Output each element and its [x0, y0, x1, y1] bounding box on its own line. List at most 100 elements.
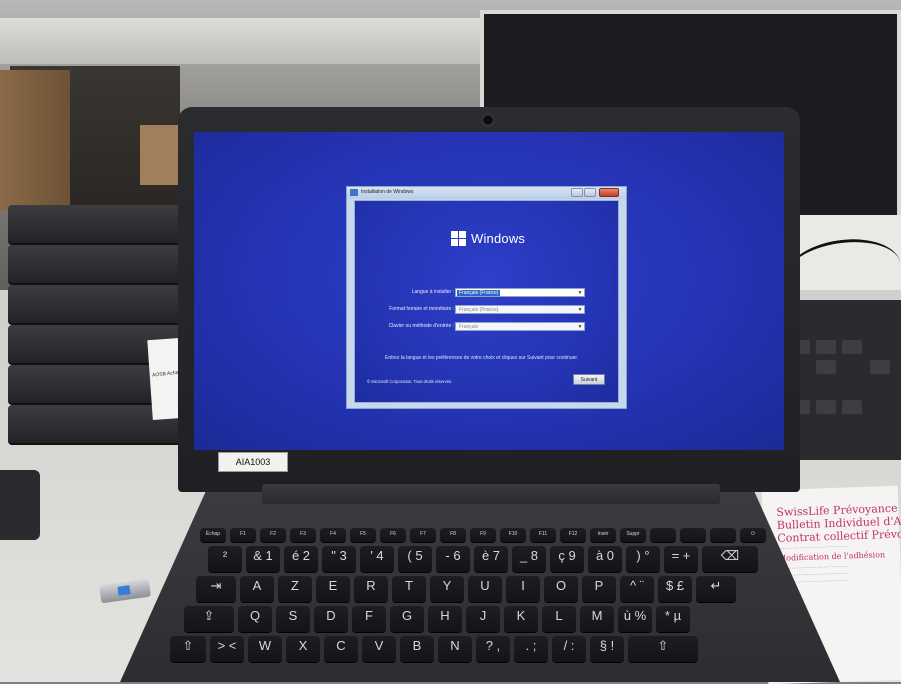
keyboard-key[interactable]: U [468, 576, 502, 602]
keyboard-key[interactable] [680, 528, 706, 542]
keyboard-key[interactable]: ( 5 [398, 546, 432, 572]
setup-icon [350, 189, 358, 196]
keyboard-key[interactable]: . ; [514, 636, 548, 662]
keyboard-key[interactable]: > < [210, 636, 244, 662]
keyboard-key[interactable]: ' 4 [360, 546, 394, 572]
keyboard-key[interactable]: F5 [350, 528, 376, 542]
logo-pane [459, 239, 466, 246]
stacked-laptop [8, 205, 183, 245]
keyboard-key[interactable]: * µ [656, 606, 690, 632]
minimize-button[interactable] [571, 188, 583, 197]
keyboard-key[interactable]: ^ ¨ [620, 576, 654, 602]
keyboard-key[interactable]: é 2 [284, 546, 318, 572]
keyboard-key[interactable]: ç 9 [550, 546, 584, 572]
maximize-button[interactable] [584, 188, 596, 197]
keyboard-key[interactable]: à 0 [588, 546, 622, 572]
dialog-body: Windows Langue à installer : Français (F… [354, 200, 619, 403]
keyboard-key[interactable]: Z [278, 576, 312, 602]
keyboard-key[interactable]: C [324, 636, 358, 662]
keyboard-key[interactable]: F [352, 606, 386, 632]
keyboard-key[interactable]: M [580, 606, 614, 632]
keyboard-key[interactable]: I [506, 576, 540, 602]
keyboard-key[interactable]: J [466, 606, 500, 632]
keyboard-key[interactable]: - 6 [436, 546, 470, 572]
keyboard-key[interactable]: _ 8 [512, 546, 546, 572]
keyboard-key[interactable]: F1 [230, 528, 256, 542]
keyboard-key[interactable]: T [392, 576, 426, 602]
keyboard-key[interactable]: " 3 [322, 546, 356, 572]
keyboard-key[interactable]: $ £ [658, 576, 692, 602]
keyboard-key[interactable]: B [400, 636, 434, 662]
keyboard-key[interactable]: V [362, 636, 396, 662]
keyboard-key[interactable]: ² [208, 546, 242, 572]
keyboard-key[interactable]: Échap [200, 528, 226, 542]
keyboard-key[interactable]: ⏻ [740, 528, 766, 542]
keyboard-key[interactable]: X [286, 636, 320, 662]
next-button[interactable]: Suivant [573, 374, 605, 385]
keyboard-key[interactable]: / : [552, 636, 586, 662]
keyboard-key[interactable]: F7 [410, 528, 436, 542]
keyboard-key[interactable]: S [276, 606, 310, 632]
format-value: Français (France) [459, 307, 499, 313]
keyboard-key[interactable]: & 1 [246, 546, 280, 572]
logo-pane [459, 231, 466, 238]
keyboard-key[interactable]: G [390, 606, 424, 632]
keyboard-key[interactable]: A [240, 576, 274, 602]
keyboard-key[interactable]: è 7 [474, 546, 508, 572]
background-key [816, 360, 836, 374]
keyboard-key[interactable]: F3 [290, 528, 316, 542]
keyboard-key[interactable]: N [438, 636, 472, 662]
keyboard-bottom-row: ⇧ > < W X C V B N? ,. ; / : § ! ⇧ [170, 636, 698, 662]
language-select[interactable]: Français (France) ▼ [455, 288, 585, 297]
keyboard-key[interactable]: W [248, 636, 282, 662]
keyboard-key[interactable]: K [504, 606, 538, 632]
keyboard-key[interactable]: F6 [380, 528, 406, 542]
keyboard-key[interactable]: F11 [530, 528, 556, 542]
keyboard-key[interactable]: F4 [320, 528, 346, 542]
keyboard-key[interactable]: F8 [440, 528, 466, 542]
keyboard-key[interactable]: L [542, 606, 576, 632]
windows-logo-icon [451, 231, 466, 246]
dialog-title: Installation de Windows [361, 189, 414, 195]
format-select[interactable]: Français (France) ▼ [455, 305, 585, 314]
format-label: Format horaire et monétaire : [389, 306, 454, 312]
keyboard-key[interactable]: ? , [476, 636, 510, 662]
language-value: Français (France) [457, 290, 501, 296]
keyboard-key[interactable]: ⇧ [170, 636, 206, 662]
keyboard-key[interactable]: Insér [590, 528, 616, 542]
webcam-icon [482, 114, 494, 126]
keyboard-key[interactable]: E [316, 576, 350, 602]
keyboard-key[interactable]: D [314, 606, 348, 632]
keyboard-key[interactable]: F10 [500, 528, 526, 542]
keyboard-key[interactable]: ↵ [696, 576, 736, 602]
keyboard-key[interactable] [650, 528, 676, 542]
keyboard-key[interactable]: ⇪ [184, 606, 234, 632]
keyboard-key[interactable]: Suppr [620, 528, 646, 542]
keyboard-select[interactable]: Français ▼ [455, 322, 585, 331]
laptop-hinge [262, 484, 720, 504]
keyboard-key[interactable]: § ! [590, 636, 624, 662]
keyboard-key[interactable]: H [428, 606, 462, 632]
keyboard-key[interactable]: F9 [470, 528, 496, 542]
background-key [816, 340, 836, 354]
keyboard-key[interactable]: ù % [618, 606, 652, 632]
keyboard-key[interactable]: F2 [260, 528, 286, 542]
logo-pane [451, 231, 458, 238]
keyboard-key[interactable]: P [582, 576, 616, 602]
keyboard-key[interactable]: = + [664, 546, 698, 572]
keyboard-key[interactable]: ⌫ [702, 546, 758, 572]
keyboard-home-row: ⇪ Q S D F G H J K L Mù % * µ [184, 606, 690, 632]
keyboard-key[interactable]: ⇥ [196, 576, 236, 602]
close-button[interactable] [599, 188, 619, 197]
keyboard-key[interactable]: F12 [560, 528, 586, 542]
keyboard-key[interactable]: R [354, 576, 388, 602]
keyboard-key[interactable]: ⇧ [628, 636, 698, 662]
laptop-keyboard: Échap F1 F2 F3 F4 F5 F6 F7 F8 F9 F10 F11 F12 Insér Sup… [170, 520, 810, 682]
background-key [842, 340, 862, 354]
keyboard-key[interactable] [710, 528, 736, 542]
keyboard-key[interactable]: O [544, 576, 578, 602]
dialog-titlebar[interactable]: Installation de Windows [347, 187, 626, 199]
keyboard-key[interactable]: Y [430, 576, 464, 602]
keyboard-key[interactable]: Q [238, 606, 272, 632]
keyboard-key[interactable]: ) ° [626, 546, 660, 572]
